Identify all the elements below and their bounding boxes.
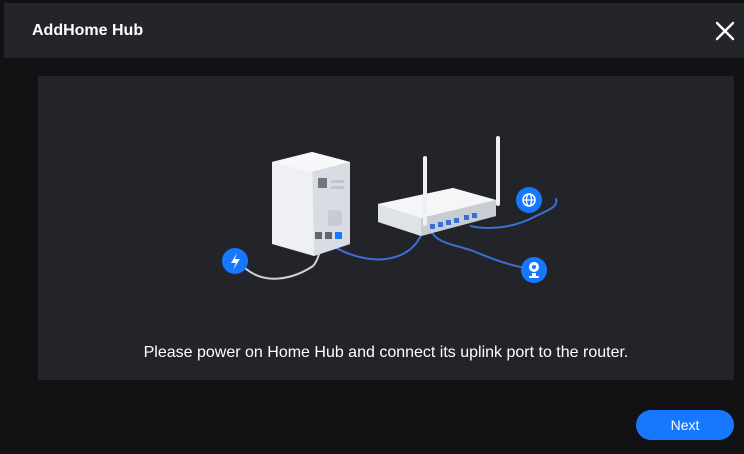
camera-icon [521, 257, 547, 283]
globe-icon [516, 187, 542, 213]
add-home-hub-dialog: AddHome Hub Please power on Home Hub and… [0, 0, 744, 454]
dialog-title: AddHome Hub [32, 22, 144, 39]
power-icon [222, 248, 248, 274]
home-hub-device [272, 152, 350, 256]
close-button[interactable] [712, 18, 738, 44]
close-icon [715, 21, 735, 41]
router-device [378, 136, 500, 236]
dialog-header: AddHome Hub [4, 3, 744, 58]
hub-router-illustration [222, 136, 558, 283]
instruction-text: Please power on Home Hub and connect its… [143, 344, 629, 361]
instruction-panel: Please power on Home Hub and connect its… [38, 76, 734, 380]
next-button[interactable]: Next [636, 410, 734, 440]
